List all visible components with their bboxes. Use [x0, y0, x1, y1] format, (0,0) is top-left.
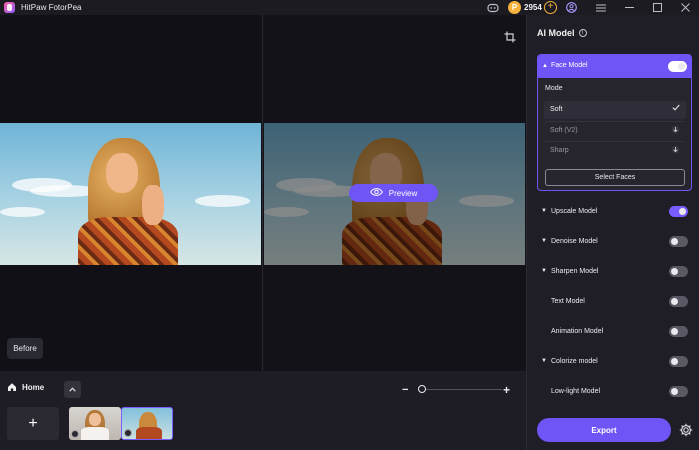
chevron-down-icon: ▼ — [541, 208, 547, 214]
home-icon — [7, 382, 17, 392]
menu-icon[interactable] — [594, 1, 607, 14]
face-model-toggle[interactable] — [668, 61, 687, 72]
model-label: Denoise Model — [551, 238, 598, 245]
status-icon — [124, 429, 132, 437]
text-model-toggle[interactable] — [669, 296, 688, 307]
model-label: Colorize model — [551, 358, 598, 365]
before-image — [0, 123, 261, 265]
model-label: Animation Model — [551, 328, 604, 335]
download-icon[interactable] — [671, 125, 680, 136]
image-thumbnail-selected[interactable] — [121, 407, 173, 440]
chevron-up-icon: ▲ — [542, 63, 548, 69]
chevron-down-icon: ▼ — [541, 268, 547, 274]
sharpen-model-toggle[interactable] — [669, 266, 688, 277]
model-row-upscale[interactable]: ▼ Upscale Model — [537, 205, 692, 219]
select-faces-button[interactable]: Select Faces — [545, 169, 685, 186]
add-image-button[interactable]: + — [7, 407, 59, 440]
download-icon[interactable] — [671, 145, 680, 156]
crop-icon[interactable] — [504, 31, 516, 43]
mode-option-label: Soft — [550, 106, 563, 113]
compare-divider[interactable] — [262, 15, 263, 371]
title-bar: HitPaw FotorPea P 2954 + — [0, 0, 699, 15]
model-row-colorize[interactable]: ▼ Colorize model — [537, 355, 692, 369]
before-label: Before — [7, 338, 43, 359]
info-icon[interactable]: i — [578, 29, 587, 37]
mode-label: Mode — [545, 85, 563, 92]
zoom-slider-knob[interactable] — [418, 385, 426, 393]
chevron-down-icon: ▼ — [541, 238, 547, 244]
app-title: HitPaw FotorPea — [21, 3, 82, 12]
face-model-card: ▲ Face Model Mode Soft Soft (V2) Sharp S… — [537, 54, 692, 191]
colorize-model-toggle[interactable] — [669, 356, 688, 367]
mode-option-label: Sharp — [550, 147, 569, 154]
model-row-animation[interactable]: Animation Model — [537, 325, 692, 339]
model-row-denoise[interactable]: ▼ Denoise Model — [537, 235, 692, 249]
model-label: Upscale Model — [551, 208, 598, 215]
model-row-sharpen[interactable]: ▼ Sharpen Model — [537, 265, 692, 279]
collapse-button[interactable] — [64, 381, 81, 398]
model-row-low-light[interactable]: Low-light Model — [537, 385, 692, 399]
chevron-up-icon — [69, 385, 76, 394]
preview-button[interactable]: Preview — [349, 184, 438, 202]
image-thumbnail[interactable] — [69, 407, 121, 440]
model-row-text[interactable]: Text Model — [537, 295, 692, 309]
account-icon[interactable] — [565, 1, 578, 14]
model-label: Sharpen Model — [551, 268, 599, 275]
panel-title-text: AI Model — [537, 28, 575, 38]
check-icon — [672, 104, 680, 113]
status-icon — [71, 430, 79, 438]
minimize-icon[interactable] — [623, 1, 636, 14]
model-label: Low-light Model — [551, 388, 601, 395]
mode-option-sharp[interactable]: Sharp — [544, 141, 686, 159]
panel-title: AI Model i — [537, 28, 587, 38]
canvas-area — [0, 15, 526, 371]
home-button[interactable]: Home — [7, 382, 44, 392]
discord-icon[interactable] — [486, 1, 499, 14]
coin-icon: P — [508, 1, 521, 14]
chevron-down-icon: ▼ — [541, 358, 547, 364]
credits-value: 2954 — [524, 3, 542, 12]
preview-label: Preview — [388, 188, 418, 198]
mode-option-soft[interactable]: Soft — [544, 101, 686, 119]
zoom-in-button[interactable]: + — [503, 383, 510, 397]
denoise-model-toggle[interactable] — [669, 236, 688, 247]
settings-gear-icon[interactable] — [679, 423, 693, 437]
export-button[interactable]: Export — [537, 418, 671, 442]
face-model-header[interactable]: ▲ Face Model — [538, 55, 691, 78]
app-logo-icon — [4, 2, 15, 13]
add-credits-icon[interactable]: + — [544, 1, 557, 14]
mode-option-soft-v2[interactable]: Soft (V2) — [544, 121, 686, 139]
upscale-model-toggle[interactable] — [669, 206, 688, 217]
zoom-slider-track[interactable] — [418, 389, 502, 390]
close-icon[interactable] — [679, 1, 692, 14]
zoom-out-button[interactable]: − — [402, 384, 408, 396]
eye-icon — [369, 188, 383, 198]
home-label: Home — [22, 382, 45, 392]
mode-option-label: Soft (V2) — [550, 127, 578, 134]
model-label: Text Model — [551, 298, 585, 305]
low-light-model-toggle[interactable] — [669, 386, 688, 397]
face-model-label: Face Model — [551, 62, 588, 69]
animation-model-toggle[interactable] — [669, 326, 688, 337]
maximize-icon[interactable] — [651, 1, 664, 14]
